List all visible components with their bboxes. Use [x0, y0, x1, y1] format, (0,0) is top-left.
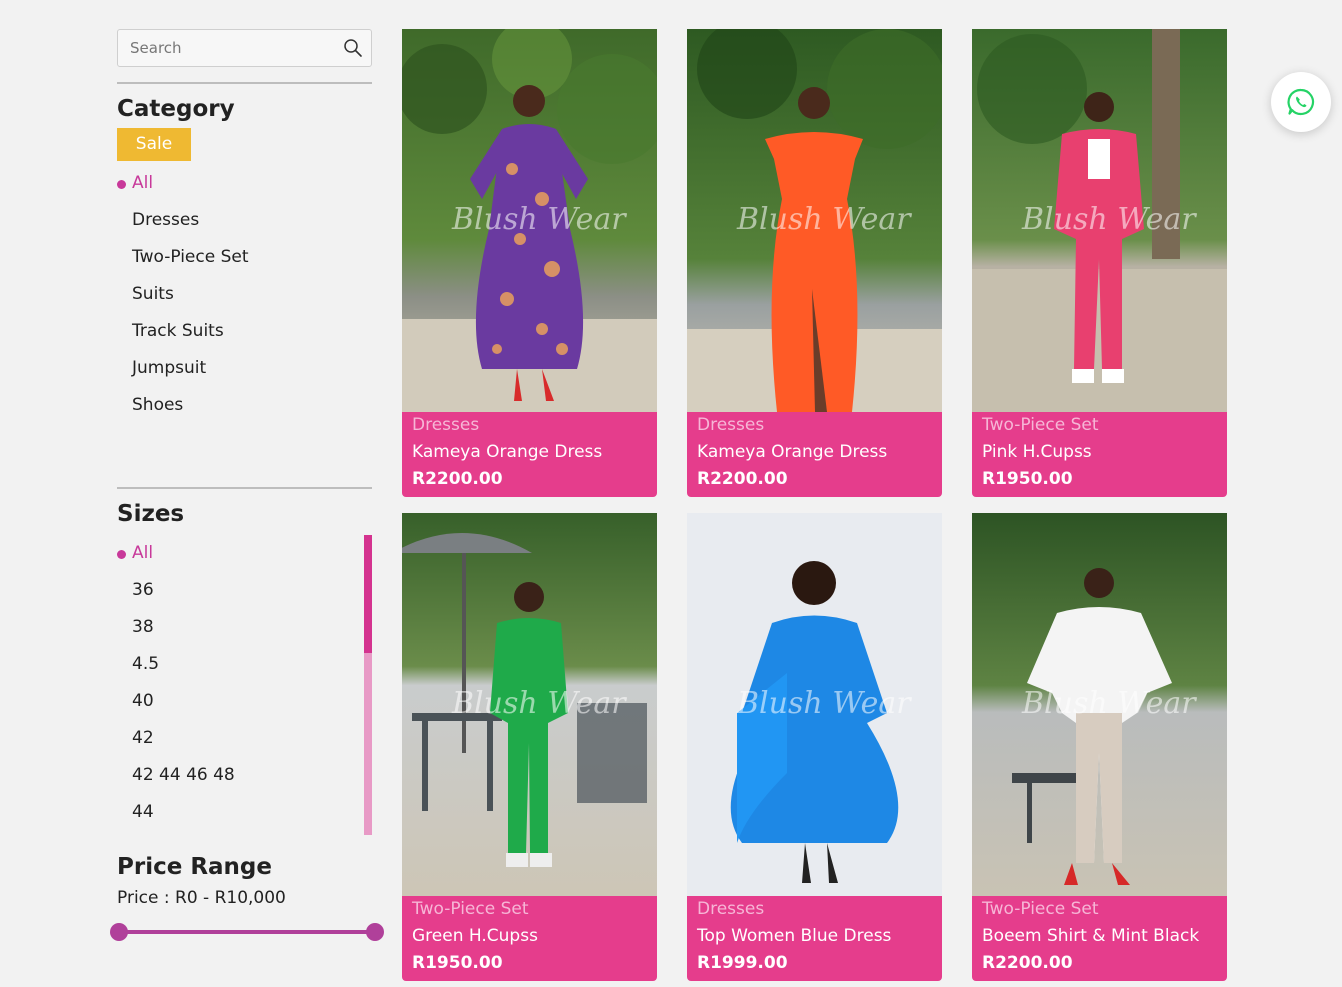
- category-item-label: Suits: [132, 284, 174, 304]
- category-item-label: Jumpsuit: [132, 358, 207, 378]
- product-info: Two-Piece Set Pink H.Cupss R1950.00: [982, 412, 1219, 492]
- category-item-label: All: [132, 173, 154, 193]
- product-info: Two-Piece Set Boeem Shirt & Mint Black R…: [982, 896, 1219, 976]
- watermark: Blush Wear: [1021, 202, 1197, 237]
- divider: [117, 82, 372, 84]
- active-dot: [117, 550, 126, 559]
- category-item-track-suits[interactable]: Track Suits: [117, 313, 372, 350]
- product-card[interactable]: Blush Wear Dresses Top Women Blue Dress …: [687, 513, 942, 981]
- product-image[interactable]: Blush Wear: [687, 29, 942, 412]
- product-name[interactable]: Top Women Blue Dress: [697, 922, 934, 950]
- product-category: Dresses: [697, 415, 765, 435]
- price-slider-min-handle[interactable]: [110, 923, 128, 941]
- size-item-label: 36: [132, 580, 154, 600]
- divider: [117, 487, 372, 489]
- product-image[interactable]: Blush Wear: [402, 29, 657, 412]
- category-item-dresses[interactable]: Dresses: [117, 202, 372, 239]
- size-item-38[interactable]: 38: [117, 609, 372, 646]
- category-list: All Dresses Two-Piece Set Suits Track Su…: [117, 165, 372, 424]
- category-item-all[interactable]: All: [117, 165, 372, 202]
- watermark: Blush Wear: [451, 686, 627, 721]
- product-category: Dresses: [412, 415, 480, 435]
- product-card[interactable]: Blush Wear Two-Piece Set Boeem Shirt & M…: [972, 513, 1227, 981]
- size-item-40[interactable]: 40: [117, 683, 372, 720]
- product-name[interactable]: Kameya Orange Dress: [412, 438, 649, 466]
- product-price: R1950.00: [982, 469, 1073, 489]
- size-item-label: 38: [132, 617, 154, 637]
- sizes-title: Sizes: [117, 501, 185, 527]
- size-item-42-44-46-48[interactable]: 42 44 46 48: [117, 757, 372, 794]
- category-item-label: Track Suits: [132, 321, 224, 341]
- price-slider-track: [118, 930, 376, 934]
- watermark: Blush Wear: [1021, 686, 1197, 721]
- product-price: R1999.00: [697, 953, 788, 973]
- category-item-shoes[interactable]: Shoes: [117, 387, 372, 424]
- size-item-42[interactable]: 42: [117, 720, 372, 757]
- sizes-scroll-area[interactable]: All 36 38 4.5 40 42 42 44 46 48 44: [117, 535, 372, 835]
- product-info: Dresses Kameya Orange Dress R2200.00: [412, 412, 649, 492]
- price-range-slider[interactable]: [110, 922, 384, 942]
- size-item-label: 42 44 46 48: [132, 765, 235, 785]
- category-item-jumpsuit[interactable]: Jumpsuit: [117, 350, 372, 387]
- product-category: Two-Piece Set: [412, 899, 529, 919]
- product-name[interactable]: Boeem Shirt & Mint Black: [982, 922, 1219, 950]
- product-price: R2200.00: [697, 469, 788, 489]
- product-name[interactable]: Kameya Orange Dress: [697, 438, 934, 466]
- size-item-label: 44: [132, 802, 154, 822]
- category-item-suits[interactable]: Suits: [117, 276, 372, 313]
- product-category: Dresses: [697, 899, 765, 919]
- watermark: Blush Wear: [736, 202, 912, 237]
- size-item-label: 40: [132, 691, 154, 711]
- category-title: Category: [117, 96, 235, 122]
- product-category: Two-Piece Set: [982, 415, 1099, 435]
- whatsapp-button[interactable]: [1271, 72, 1331, 132]
- category-item-label: Shoes: [132, 395, 184, 415]
- size-item-36[interactable]: 36: [117, 572, 372, 609]
- size-item-label: 42: [132, 728, 154, 748]
- product-info: Two-Piece Set Green H.Cupss R1950.00: [412, 896, 649, 976]
- size-item-all[interactable]: All: [117, 535, 372, 572]
- product-image[interactable]: Blush Wear: [972, 29, 1227, 412]
- product-name[interactable]: Pink H.Cupss: [982, 438, 1219, 466]
- size-item-label: 4.5: [132, 654, 160, 674]
- product-price: R2200.00: [982, 953, 1073, 973]
- product-card[interactable]: Blush Wear Two-Piece Set Green H.Cupss R…: [402, 513, 657, 981]
- product-card[interactable]: Blush Wear Dresses Kameya Orange Dress R…: [687, 29, 942, 497]
- sale-badge[interactable]: Sale: [117, 128, 191, 161]
- active-dot: [117, 180, 126, 189]
- whatsapp-icon: [1287, 88, 1315, 116]
- size-item-44[interactable]: 44: [117, 794, 372, 831]
- size-item-4-5[interactable]: 4.5: [117, 646, 372, 683]
- product-info: Dresses Kameya Orange Dress R2200.00: [697, 412, 934, 492]
- product-category: Two-Piece Set: [982, 899, 1099, 919]
- search-input[interactable]: [118, 30, 371, 66]
- filter-sidebar: Category Sale All Dresses Two-Piece Set …: [117, 29, 372, 908]
- product-price: R1950.00: [412, 953, 503, 973]
- watermark: Blush Wear: [451, 202, 627, 237]
- product-card[interactable]: Blush Wear Two-Piece Set Pink H.Cupss R1…: [972, 29, 1227, 497]
- price-slider-max-handle[interactable]: [366, 923, 384, 941]
- search-icon[interactable]: [343, 38, 363, 58]
- product-price: R2200.00: [412, 469, 503, 489]
- watermark: Blush Wear: [736, 686, 912, 721]
- product-card[interactable]: Blush Wear Dresses Kameya Orange Dress R…: [402, 29, 657, 497]
- product-info: Dresses Top Women Blue Dress R1999.00: [697, 896, 934, 976]
- category-item-label: Dresses: [132, 210, 200, 230]
- product-name[interactable]: Green H.Cupss: [412, 922, 649, 950]
- search-box: [117, 29, 372, 67]
- product-image[interactable]: Blush Wear: [687, 513, 942, 896]
- sizes-list: All 36 38 4.5 40 42 42 44 46 48 44: [117, 535, 372, 831]
- price-range-title: Price Range: [117, 854, 272, 880]
- category-item-label: Two-Piece Set: [132, 247, 249, 267]
- product-image[interactable]: Blush Wear: [972, 513, 1227, 896]
- size-item-label: All: [132, 543, 154, 563]
- sizes-scrollbar-thumb[interactable]: [364, 535, 372, 653]
- category-item-two-piece-set[interactable]: Two-Piece Set: [117, 239, 372, 276]
- price-range-text: Price : R0 - R10,000: [117, 888, 286, 908]
- product-image[interactable]: Blush Wear: [402, 513, 657, 896]
